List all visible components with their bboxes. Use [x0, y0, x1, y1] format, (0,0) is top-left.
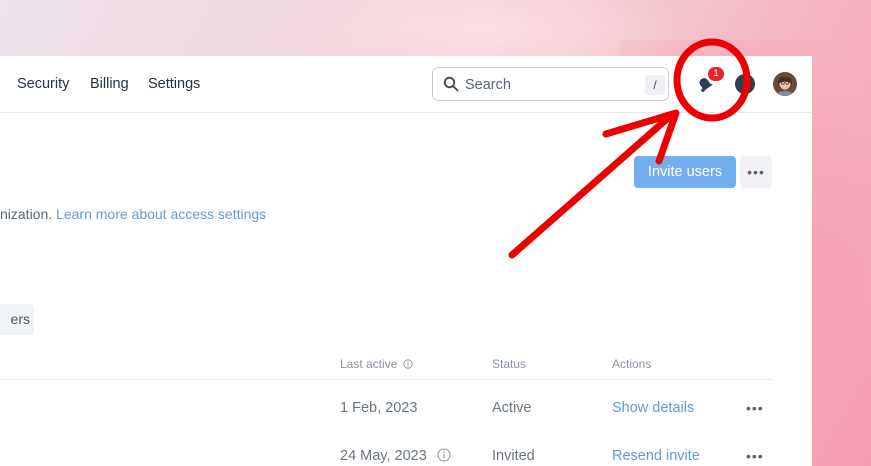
nav-settings[interactable]: Settings: [148, 76, 200, 92]
column-header-status: Status: [492, 357, 527, 371]
help-icon[interactable]: [734, 73, 756, 95]
top-navigation-bar: Security Billing Settings / 1: [0, 56, 812, 113]
row2-last-active: 24 May, 2023: [340, 448, 451, 464]
invite-users-button[interactable]: Invite users: [634, 156, 736, 188]
row2-resend-invite-link[interactable]: Resend invite: [612, 448, 700, 464]
app-window: Security Billing Settings / 1: [0, 56, 812, 466]
avatar-image: [773, 72, 797, 96]
description-text: nization.: [0, 206, 57, 222]
column-header-last-active: Last active: [340, 357, 413, 371]
filter-tab-users[interactable]: ers: [0, 304, 34, 335]
column-header-actions: Actions: [612, 357, 652, 371]
row1-more-button[interactable]: •••: [746, 400, 764, 416]
nav-billing[interactable]: Billing: [90, 76, 129, 92]
row1-status: Active: [492, 400, 532, 416]
table-header-divider: [0, 379, 772, 380]
user-avatar[interactable]: [773, 72, 797, 96]
row2-more-button[interactable]: •••: [746, 448, 764, 464]
row1-last-active: 1 Feb, 2023: [340, 400, 418, 416]
last-active-label: Last active: [340, 357, 398, 371]
info-icon[interactable]: [437, 448, 451, 462]
nav-security[interactable]: Security: [17, 76, 69, 92]
access-description: nization. Learn more about access settin…: [0, 206, 266, 222]
row2-last-active-date: 24 May, 2023: [340, 448, 427, 464]
search-icon: [443, 76, 459, 92]
header-more-button[interactable]: •••: [740, 156, 772, 188]
notification-count-badge: 1: [708, 67, 724, 81]
row2-status: Invited: [492, 448, 535, 464]
search-input[interactable]: [465, 75, 635, 95]
search-box[interactable]: /: [432, 67, 669, 101]
row1-show-details-link[interactable]: Show details: [612, 400, 694, 416]
info-icon[interactable]: [403, 359, 413, 369]
search-shortcut-key: /: [645, 75, 665, 95]
learn-more-link[interactable]: Learn more about access settings: [56, 206, 266, 222]
